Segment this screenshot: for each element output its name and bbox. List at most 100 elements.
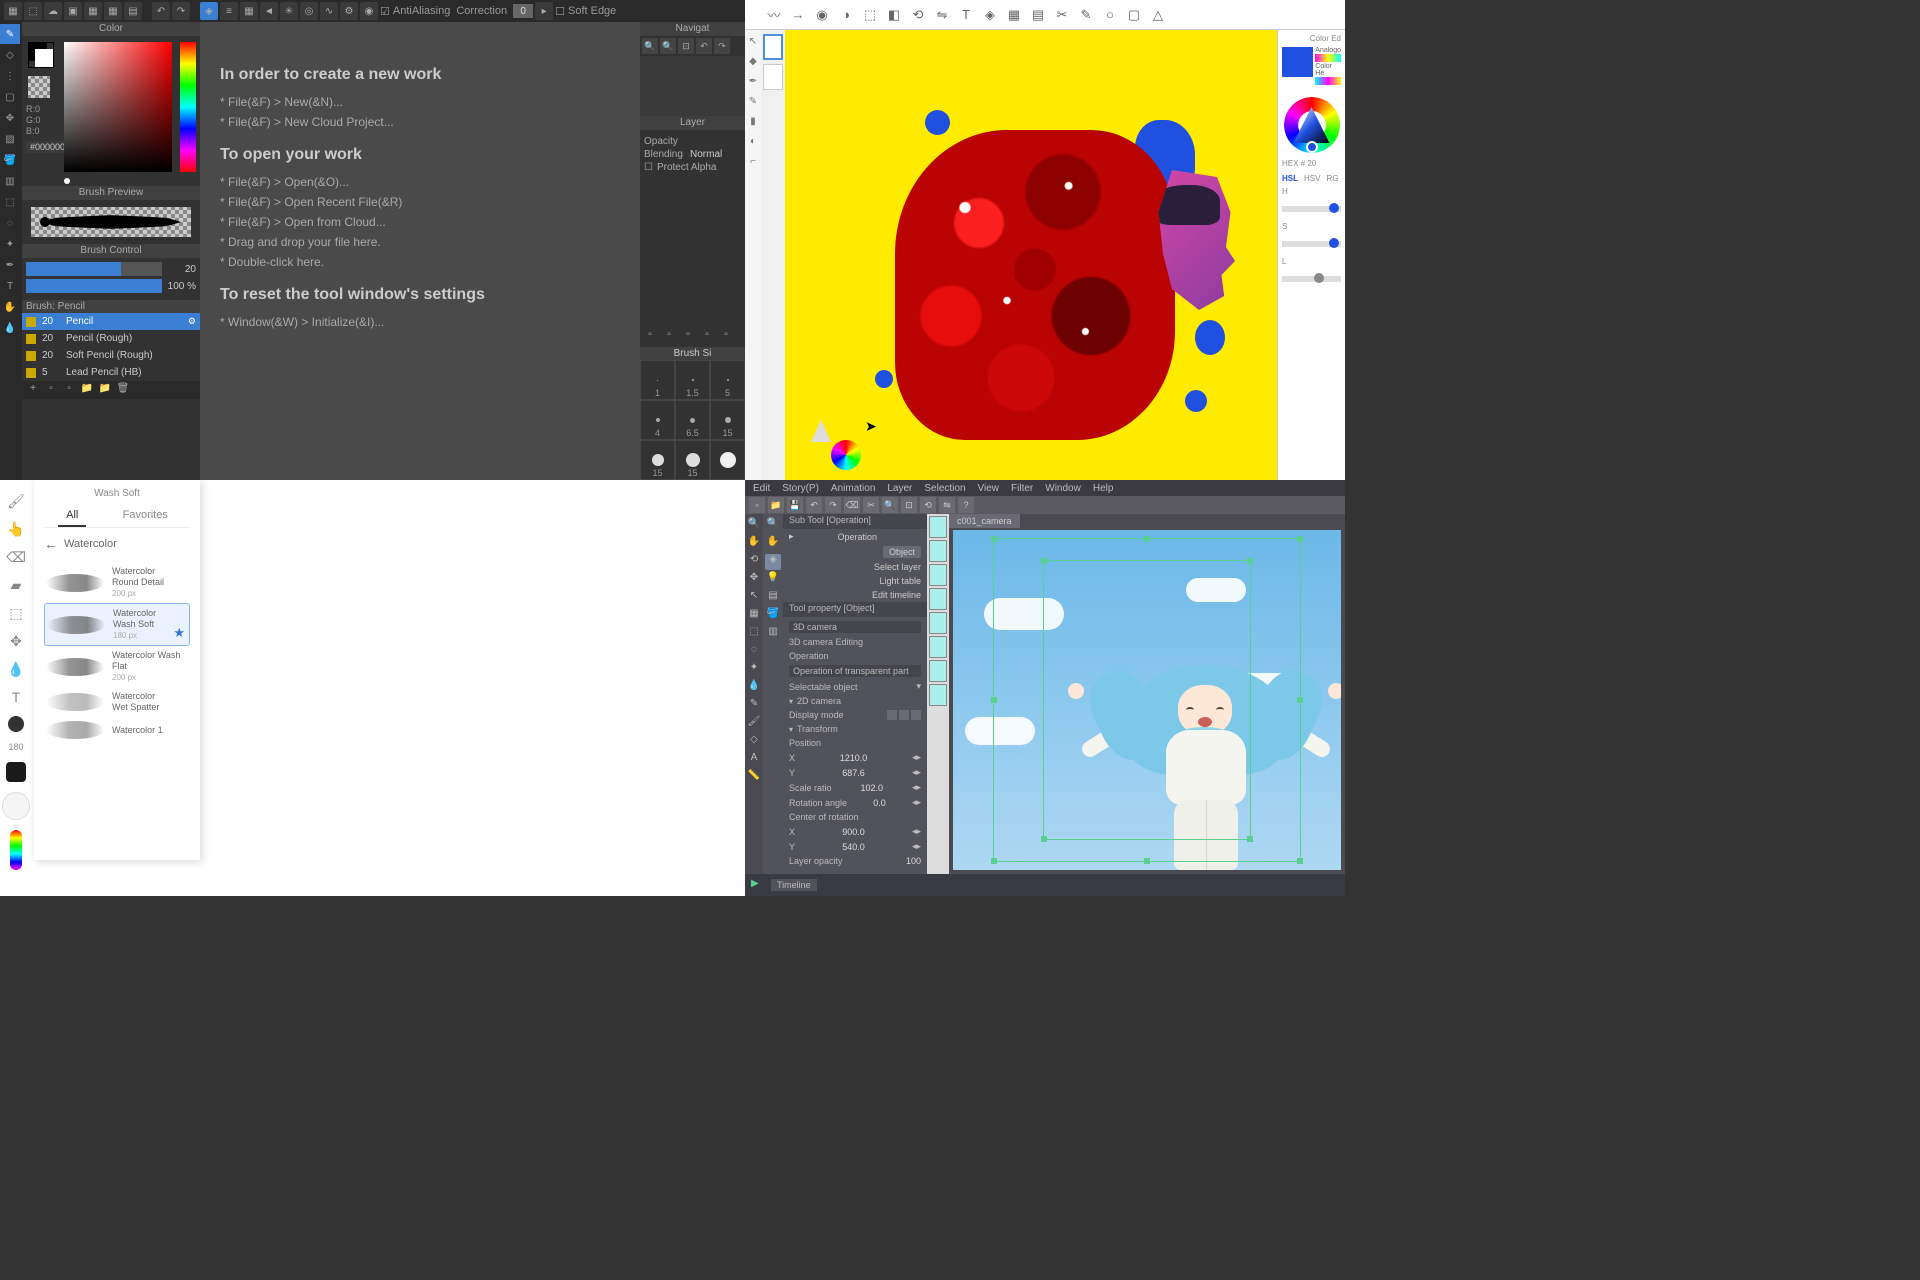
crop-icon[interactable]: ⬚ [861,6,879,24]
tab-all[interactable]: All [58,505,86,527]
eyedrop-tool-icon[interactable]: 💧 [747,680,761,694]
color-wheel[interactable] [1284,97,1340,153]
brush-item[interactable]: Watercolor Wash Flat200 px [44,646,190,687]
camera-frame-inner[interactable] [1043,560,1251,840]
sub-zoom-icon[interactable]: 🔍 [765,518,781,534]
hsv-tab[interactable]: HSV [1304,174,1320,183]
gradient-tool-icon[interactable]: ▥ [0,171,20,191]
color-swatch[interactable] [6,762,26,782]
grid-icon[interactable]: ▦ [1005,6,1023,24]
sub-object-icon[interactable]: ◈ [765,554,781,570]
brush-item[interactable]: 20Pencil (Rough) [22,330,200,347]
pencil-icon[interactable]: ✎ [746,96,760,110]
text-tool-icon[interactable]: T [0,276,20,296]
brush-item[interactable]: Watercolor Round Detail200 px [44,562,190,603]
subtool-edit-timeline[interactable]: Edit timeline [783,588,927,602]
pen-tool-icon[interactable]: ✒ [0,255,20,275]
timeline-tab[interactable]: Timeline [771,879,817,891]
folder2-brush-icon[interactable]: 📁 [98,383,112,397]
menu-animation[interactable]: Animation [831,483,875,494]
edit-icon[interactable]: ✎ [1077,6,1095,24]
zoom-out-icon[interactable]: 🔍 [660,38,676,54]
rotate-tool-icon[interactable]: ⟲ [747,554,761,568]
brush-icon[interactable]: 〰 [765,6,783,24]
text-tool-icon[interactable]: A [747,752,761,766]
pen-tool-icon[interactable]: ✎ [747,698,761,712]
corner-icon[interactable]: ⌐ [746,156,760,170]
canvas[interactable] [953,530,1341,870]
brush-size-cell[interactable]: 15 [640,440,675,480]
radial-icon[interactable]: ✳ [280,2,298,20]
merge-layer-icon[interactable]: ▫ [680,329,696,345]
move-tool-icon[interactable]: ✥ [747,572,761,586]
redo-icon[interactable]: ↷ [825,497,841,513]
fit-icon[interactable]: ⊡ [901,497,917,513]
sub-timeline-icon[interactable]: ▤ [765,590,781,606]
grid-icon[interactable]: ▦ [84,2,102,20]
layer-move-icon[interactable]: ▦ [747,608,761,622]
frame-thumb[interactable] [929,612,947,634]
text-icon[interactable]: T [7,688,25,706]
menu-window[interactable]: Window [1045,483,1081,494]
open-icon[interactable]: ⬚ [24,2,42,20]
frame-thumb[interactable] [929,564,947,586]
overlay-icon[interactable]: ◑ [837,6,855,24]
bucket-tool-icon[interactable]: 🪣 [0,150,20,170]
brush-size-cell[interactable]: 5 [710,360,745,400]
zoom-fit-icon[interactable]: ⊡ [678,38,694,54]
canvas[interactable]: ➤ [785,30,1277,480]
color-slider-thumb[interactable] [64,178,70,184]
guides-icon[interactable]: ▤ [1029,6,1047,24]
menu-filter[interactable]: Filter [1011,483,1033,494]
brush-tool-icon[interactable]: 🖌 [747,716,761,730]
hand-tool-icon[interactable]: ✋ [747,536,761,550]
hand-tool-icon[interactable]: ✋ [0,297,20,317]
transform-icon[interactable]: ✥ [7,632,25,650]
eraser-icon[interactable]: ⌫ [7,548,25,566]
rotate-icon[interactable]: ⟲ [909,6,927,24]
rotate-icon[interactable]: ⟲ [920,497,936,513]
sub-move-icon[interactable]: ✋ [765,536,781,552]
rotation-input[interactable]: 0.0 [873,798,886,808]
antialiasing-checkbox[interactable]: ☑AntiAliasing [380,5,450,18]
eraser-tool-icon[interactable]: ◇ [747,734,761,748]
color-sampler-icon[interactable] [10,830,22,870]
fg-bg-swatch[interactable] [28,42,54,68]
wand-tool-icon[interactable]: ✦ [747,662,761,676]
new-brush-icon[interactable]: ▫ [44,383,58,397]
selectable-object[interactable]: Selectable object▾ [789,679,921,694]
play-icon[interactable]: ▶ [751,878,765,892]
opacity-slider[interactable] [26,279,162,293]
pos-x-input[interactable]: 1210.0 [840,753,868,763]
cloud-icon[interactable]: ☁ [44,2,62,20]
brush-item[interactable]: Watercolor Wash Soft180 px★ [44,603,190,646]
frame-thumb[interactable] [929,636,947,658]
curve-icon[interactable]: ∿ [320,2,338,20]
frame-thumb[interactable] [929,660,947,682]
rotate-left-icon[interactable]: ↶ [696,38,712,54]
folder-brush-icon[interactable]: 📁 [80,383,94,397]
artboard-thumb[interactable] [763,34,783,60]
polygon-icon[interactable]: △ [1149,6,1167,24]
scale-input[interactable]: 102.0 [860,783,883,793]
hsl-tab[interactable]: HSL [1282,174,1298,183]
section-2d[interactable]: 2D camera [789,694,921,708]
operation-tool-icon[interactable]: ↖ [747,590,761,604]
sub-gradient-icon[interactable]: ▥ [765,626,781,642]
folder-layer-icon[interactable]: ▫ [699,329,715,345]
sub-light-icon[interactable]: 💡 [765,572,781,588]
frame-thumb[interactable] [929,588,947,610]
new-layer-icon[interactable]: ▫ [642,329,658,345]
ruler-tool-icon[interactable]: 📏 [747,770,761,784]
center-x-input[interactable]: 900.0 [842,827,865,837]
menu-layer[interactable]: Layer [887,483,912,494]
brush-item[interactable]: 5Lead Pencil (HB) [22,364,200,381]
brush-size-preview[interactable] [8,716,24,732]
eyedropper-icon[interactable]: 💧 [7,660,25,678]
select-icon[interactable]: ⬚ [7,604,25,622]
brush-size-cell[interactable]: 15 [710,400,745,440]
dup-brush-icon[interactable]: ▫ [62,383,76,397]
new-icon[interactable]: ▦ [4,2,22,20]
menu-help[interactable]: Help [1093,483,1114,494]
tab-favorites[interactable]: Favorites [115,505,176,527]
